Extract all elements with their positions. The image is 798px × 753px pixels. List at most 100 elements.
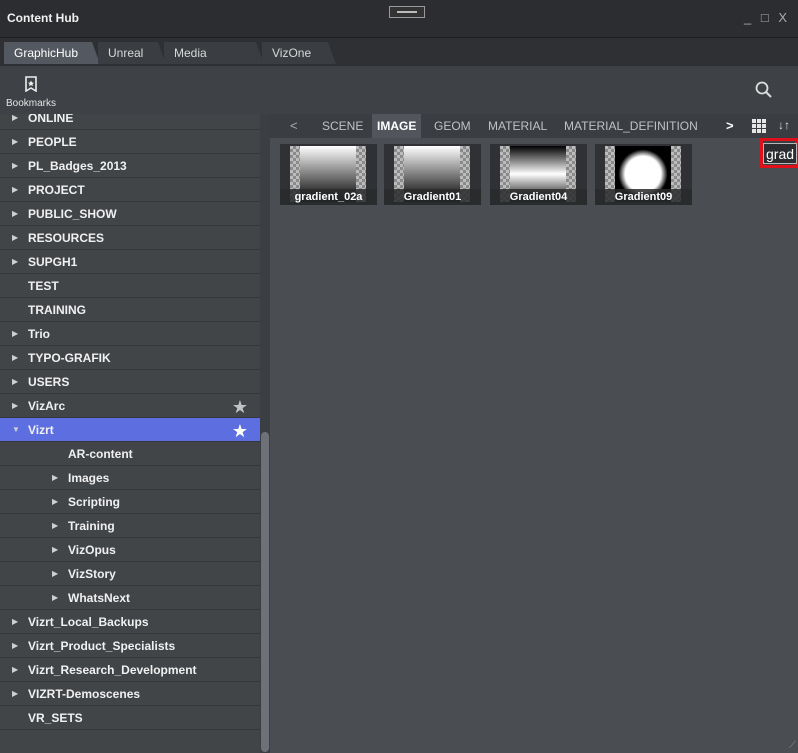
sidebar-item-label: PROJECT (28, 183, 85, 197)
asset-type-tabs: < SCENE IMAGE GEOM MATERIAL MATERIAL_DEF… (270, 114, 798, 138)
sort-icon[interactable]: ↓↑ (778, 118, 790, 132)
asset-card[interactable]: Gradient04 (490, 144, 587, 205)
sidebar-item[interactable]: ▶ Vizrt_Product_Specialists (0, 634, 260, 658)
sidebar-item-label: PL_Badges_2013 (28, 159, 127, 173)
sidebar-item-label: VIZRT-Demoscenes (28, 687, 141, 701)
sidebar-item[interactable]: ▶ Vizrt_Research_Development (0, 658, 260, 682)
expand-arrow-right-icon[interactable]: ▶ (12, 610, 18, 634)
tab-scene[interactable]: SCENE (318, 114, 367, 138)
expand-arrow-right-icon[interactable]: ▶ (12, 394, 18, 418)
asset-card[interactable]: Gradient09 (595, 144, 692, 205)
sidebar-item[interactable]: AR-content (0, 442, 260, 466)
tab-geom[interactable]: GEOM (430, 114, 475, 138)
sidebar-item[interactable]: TRAINING (0, 298, 260, 322)
window-controls[interactable]: _ □ X (744, 10, 790, 25)
sidebar-item-label: TYPO-GRAFIK (28, 351, 111, 365)
sidebar-item[interactable]: ▶ PUBLIC_SHOW (0, 202, 260, 226)
grid-view-icon[interactable] (752, 119, 766, 133)
sidebar-item[interactable]: ▶ Vizrt_Local_Backups (0, 610, 260, 634)
expand-arrow-right-icon[interactable]: ▶ (52, 538, 58, 562)
tab-media-service[interactable]: Media Service (164, 42, 264, 82)
expand-arrow-right-icon[interactable]: ▶ (52, 490, 58, 514)
search-highlight (760, 138, 798, 168)
sidebar-item[interactable]: ▶ VIZRT-Demoscenes (0, 682, 260, 706)
source-tabs: GraphicHub Unreal Media Service VizOne (0, 38, 798, 82)
expand-arrow-right-icon[interactable]: ▶ (12, 682, 18, 706)
sidebar-item[interactable]: ▶ TYPO-GRAFIK (0, 346, 260, 370)
expand-arrow-right-icon[interactable]: ▶ (12, 250, 18, 274)
search-input[interactable] (763, 143, 797, 164)
favorite-star-icon[interactable]: ★ (232, 395, 248, 419)
sidebar-item-label: TRAINING (28, 303, 86, 317)
toolbar: Bookmarks (0, 66, 798, 114)
tabs-next-button[interactable]: > (726, 114, 734, 138)
search-icon[interactable] (754, 80, 774, 100)
tab-image[interactable]: IMAGE (372, 114, 422, 138)
tab-material-definition[interactable]: MATERIAL_DEFINITION (560, 114, 702, 138)
tabs-prev-button[interactable]: < (290, 114, 298, 138)
sidebar-item[interactable]: ▶ VizOpus (0, 538, 260, 562)
sidebar-item-label: VizStory (68, 567, 116, 581)
sidebar-item[interactable]: ▶ Images (0, 466, 260, 490)
sidebar-item[interactable]: ▶ VizArc ★ (0, 394, 260, 418)
sidebar-item-label: VR_SETS (28, 711, 83, 725)
bookmarks-button[interactable]: Bookmarks (4, 76, 58, 109)
folder-tree-scrollbar[interactable] (260, 114, 270, 753)
tab-graphichub[interactable]: GraphicHub (4, 42, 100, 64)
window-drag-handle[interactable] (389, 6, 425, 18)
sidebar-item-label: Trio (28, 327, 51, 341)
sidebar-item-label: ONLINE (28, 114, 74, 125)
sidebar-item-label: Images (68, 471, 110, 485)
asset-card[interactable]: Gradient01 (384, 144, 481, 205)
sidebar-item-label: Vizrt_Local_Backups (28, 615, 149, 629)
expand-arrow-right-icon[interactable]: ▶ (52, 466, 58, 490)
expand-arrow-right-icon[interactable]: ▶ (12, 202, 18, 226)
expand-arrow-right-icon[interactable]: ▶ (12, 634, 18, 658)
tab-vizone[interactable]: VizOne (262, 42, 336, 64)
folder-tree: ▶ ONLINE ▶ PEOPLE ▶ PL_Badges_2013 ▶ PROJECT ▶ PU… (0, 114, 260, 753)
sidebar-item[interactable]: ▶ PL_Badges_2013 (0, 154, 260, 178)
expand-arrow-right-icon[interactable]: ▶ (12, 322, 18, 346)
tab-material[interactable]: MATERIAL (484, 114, 551, 138)
scrollbar-thumb[interactable] (261, 432, 269, 752)
sidebar-item[interactable]: ▶ PEOPLE (0, 130, 260, 154)
resize-grip-icon[interactable]: ⟋ (789, 740, 796, 751)
expand-arrow-right-icon[interactable]: ▶ (12, 130, 18, 154)
expand-arrow-right-icon[interactable]: ▶ (52, 562, 58, 586)
sidebar-item[interactable]: TEST (0, 274, 260, 298)
sidebar-item[interactable]: ▶ Trio (0, 322, 260, 346)
expand-arrow-right-icon[interactable]: ▶ (52, 586, 58, 610)
tab-unreal[interactable]: Unreal (98, 42, 166, 64)
expand-arrow-right-icon[interactable]: ▶ (12, 114, 18, 130)
favorite-star-icon[interactable]: ★ (232, 419, 248, 443)
expand-arrow-right-icon[interactable]: ▶ (12, 154, 18, 178)
sidebar-item[interactable]: ▶ PROJECT (0, 178, 260, 202)
asset-name: Gradient09 (595, 189, 692, 205)
expand-arrow-right-icon[interactable]: ▶ (12, 226, 18, 250)
expand-arrow-right-icon[interactable]: ▶ (12, 370, 18, 394)
sidebar-item[interactable]: ▼ Vizrt ★ (0, 418, 260, 442)
expand-arrow-right-icon[interactable]: ▶ (12, 178, 18, 202)
expand-arrow-right-icon[interactable]: ▶ (52, 514, 58, 538)
sidebar-item-label: VizArc (28, 399, 66, 413)
sidebar-item[interactable]: ▶ Training (0, 514, 260, 538)
sidebar-item[interactable]: ▶ VizStory (0, 562, 260, 586)
expand-arrow-down-icon[interactable]: ▼ (12, 418, 20, 442)
window-title: Content Hub (7, 11, 79, 25)
sidebar-item-label: VizOpus (68, 543, 116, 557)
sidebar-item-label: Scripting (68, 495, 121, 509)
asset-name: Gradient01 (384, 189, 481, 205)
expand-arrow-right-icon[interactable]: ▶ (12, 658, 18, 682)
sidebar-item-label: SUPGH1 (28, 255, 78, 269)
sidebar-item-label: Vizrt_Product_Specialists (28, 639, 176, 653)
expand-arrow-right-icon[interactable]: ▶ (12, 346, 18, 370)
sidebar-item-label: PUBLIC_SHOW (28, 207, 117, 221)
sidebar-item[interactable]: ▶ SUPGH1 (0, 250, 260, 274)
asset-card[interactable]: gradient_02a (280, 144, 377, 205)
sidebar-item[interactable]: ▶ WhatsNext (0, 586, 260, 610)
sidebar-item[interactable]: ▶ ONLINE (0, 114, 260, 130)
sidebar-item[interactable]: VR_SETS (0, 706, 260, 730)
sidebar-item[interactable]: ▶ Scripting (0, 490, 260, 514)
sidebar-item[interactable]: ▶ RESOURCES (0, 226, 260, 250)
sidebar-item[interactable]: ▶ USERS (0, 370, 260, 394)
